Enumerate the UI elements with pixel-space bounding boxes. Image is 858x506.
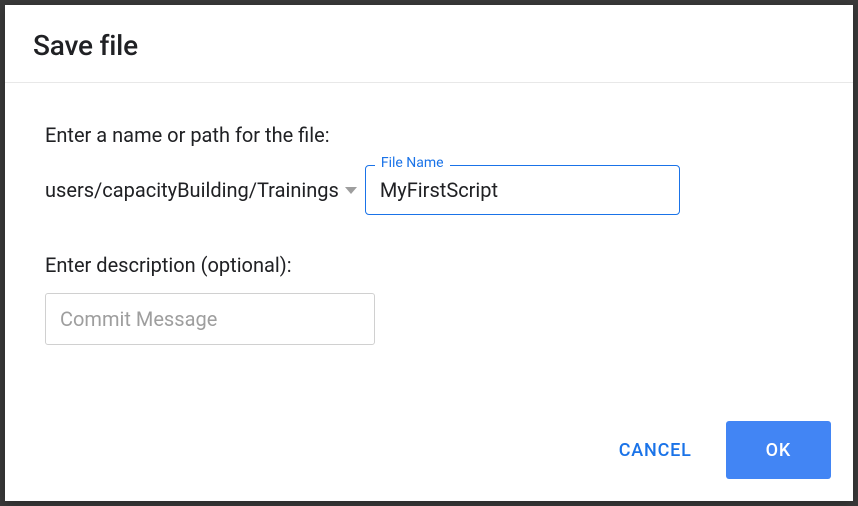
dialog-body: Enter a name or path for the file: users… [5, 83, 853, 421]
filename-input[interactable] [365, 165, 680, 215]
filename-legend: File Name [375, 155, 450, 171]
name-prompt-label: Enter a name or path for the file: [45, 123, 813, 147]
save-file-dialog: Save file Enter a name or path for the f… [5, 5, 853, 501]
ok-button[interactable]: OK [726, 421, 831, 479]
filename-field-wrapper: File Name [365, 165, 680, 215]
path-dropdown[interactable]: users/capacityBuilding/Trainings [45, 178, 357, 202]
dialog-actions: CANCEL OK [5, 421, 853, 501]
chevron-down-icon [345, 187, 357, 194]
dialog-title: Save file [33, 29, 825, 62]
cancel-button[interactable]: CANCEL [603, 428, 708, 473]
path-text: users/capacityBuilding/Trainings [45, 178, 339, 202]
dialog-header: Save file [5, 5, 853, 82]
path-row: users/capacityBuilding/Trainings File Na… [45, 165, 813, 215]
description-prompt-label: Enter description (optional): [45, 253, 813, 277]
description-input[interactable] [45, 293, 375, 345]
